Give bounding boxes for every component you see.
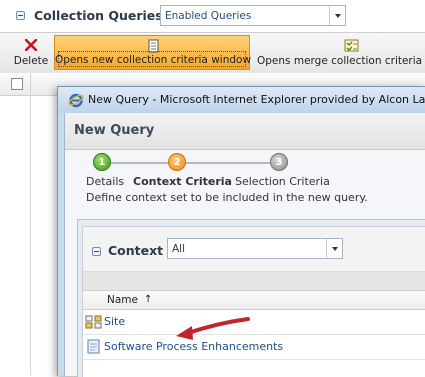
context-title: Context xyxy=(108,243,164,258)
merge-query-label: Opens merge collection criteria wi xyxy=(257,55,425,67)
context-row-site[interactable]: Site xyxy=(83,310,425,335)
delete-button[interactable]: Delete xyxy=(12,35,50,70)
context-grid-toolbar xyxy=(83,272,425,291)
select-all-checkbox[interactable] xyxy=(11,78,23,90)
wizard-instruction: Define context set to be included in the… xyxy=(86,191,368,204)
context-filter-value: All xyxy=(172,243,186,255)
section-title: Collection Queries xyxy=(34,8,163,23)
step-selection-criteria[interactable]: Selection Criteria xyxy=(235,175,330,188)
new-query-label: Opens new collection criteria window xyxy=(55,54,252,66)
query-filter-select[interactable]: Enabled Queries xyxy=(160,5,346,26)
collapse-toggle[interactable] xyxy=(16,11,25,20)
window-titlebar[interactable]: New Query - Microsoft Internet Explorer … xyxy=(58,87,425,113)
context-panel: Context All Name ↑ Site Software Process… xyxy=(82,226,425,377)
chevron-down-icon[interactable] xyxy=(329,6,345,25)
wizard-title: New Query xyxy=(74,123,155,138)
context-chevron-down-icon[interactable] xyxy=(326,239,342,258)
context-column-header[interactable]: Name ↑ xyxy=(83,291,425,310)
step-2-icon: 2 xyxy=(168,153,186,171)
grid-column-line xyxy=(30,95,31,375)
delete-icon xyxy=(25,39,37,51)
context-collapse-toggle[interactable] xyxy=(92,247,101,256)
internet-explorer-icon xyxy=(68,93,84,108)
step-1-icon: 1 xyxy=(93,153,111,171)
new-query-button[interactable]: Opens new collection criteria window xyxy=(54,35,252,70)
toolbar: Delete Opens new collection criteria win… xyxy=(0,32,425,74)
merge-query-button[interactable]: Opens merge collection criteria wi xyxy=(252,35,425,70)
context-filter-select[interactable]: All xyxy=(167,238,343,259)
site-icon xyxy=(85,315,102,329)
delete-label: Delete xyxy=(13,55,49,67)
document-icon xyxy=(87,339,100,354)
annotation-arrow xyxy=(176,317,250,340)
step-3-icon: 3 xyxy=(270,153,288,171)
merge-icon xyxy=(344,39,359,52)
name-column-label: Name xyxy=(107,294,138,306)
context-row-software-process[interactable]: Software Process Enhancements xyxy=(83,335,425,360)
sort-ascending-icon: ↑ xyxy=(144,294,153,305)
column-divider xyxy=(30,73,31,95)
step-context-criteria[interactable]: Context Criteria xyxy=(133,175,232,188)
wizard-header: New Query xyxy=(65,113,425,150)
context-row-label[interactable]: Site xyxy=(104,315,125,328)
query-filter-value: Enabled Queries xyxy=(165,10,252,22)
wizard-progress-line xyxy=(98,162,288,164)
context-header: Context All xyxy=(83,227,425,272)
step-details[interactable]: Details xyxy=(86,175,124,188)
window-title: New Query - Microsoft Internet Explorer … xyxy=(88,93,425,106)
